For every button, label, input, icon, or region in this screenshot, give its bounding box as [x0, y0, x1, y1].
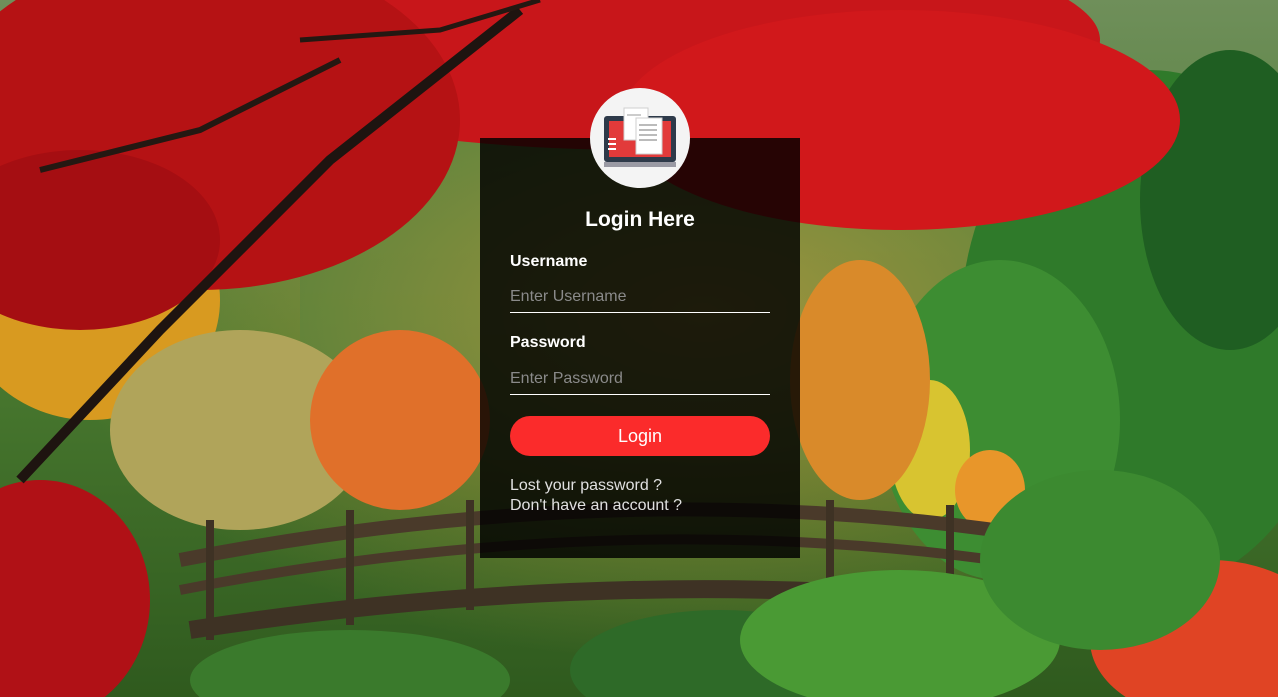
login-title: Login Here	[585, 208, 695, 231]
password-input[interactable]	[510, 363, 770, 395]
login-button[interactable]: Login	[510, 416, 770, 456]
signup-link[interactable]: Don't have an account ?	[510, 496, 682, 516]
username-label: Username	[510, 253, 588, 270]
documents-monitor-icon	[590, 88, 690, 188]
avatar	[590, 88, 690, 188]
password-label: Password	[510, 334, 586, 351]
username-input[interactable]	[510, 281, 770, 313]
login-box: Login Here Username Password Login Lost …	[480, 88, 800, 558]
lost-password-link[interactable]: Lost your password ?	[510, 476, 662, 496]
